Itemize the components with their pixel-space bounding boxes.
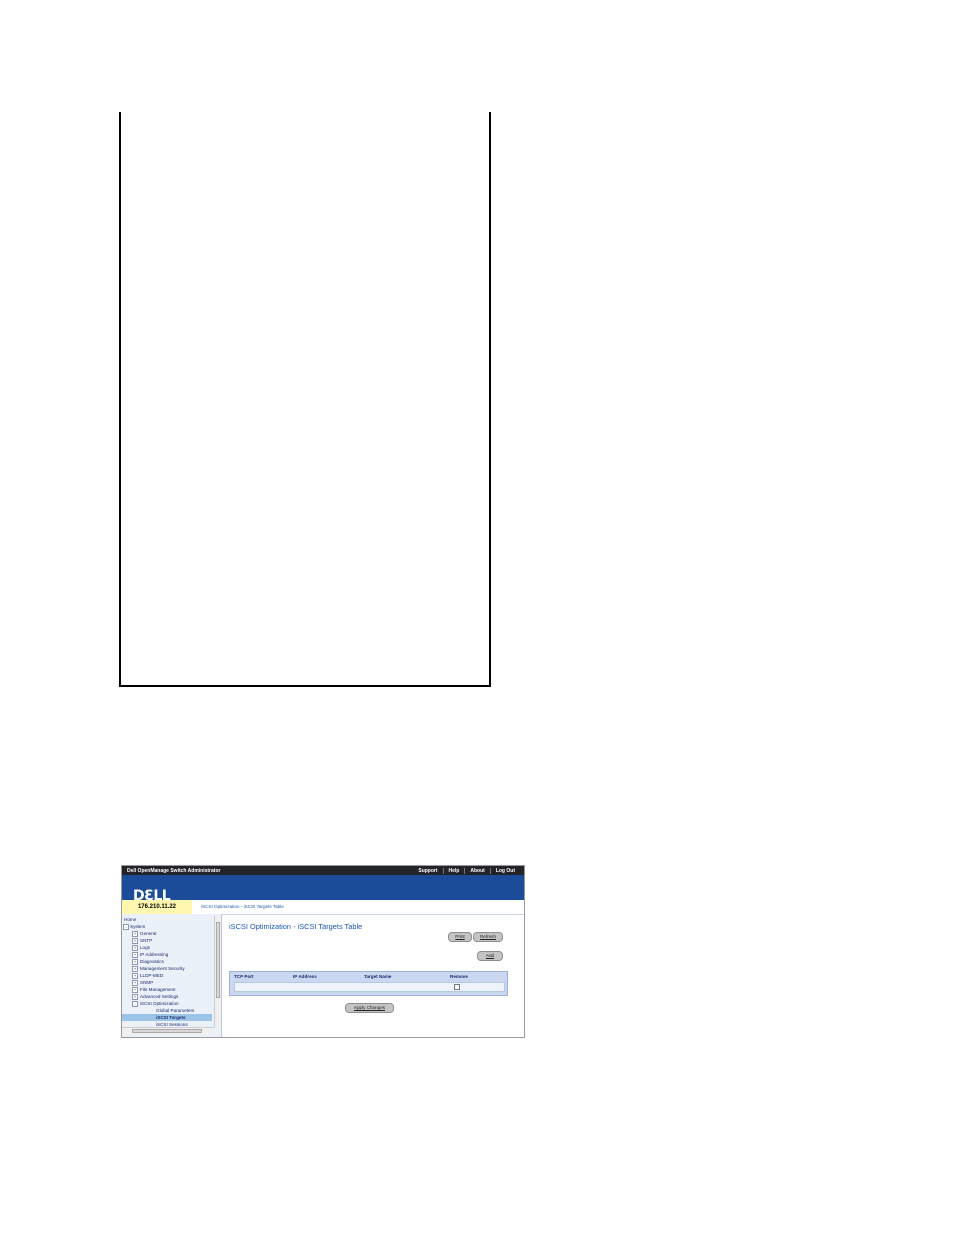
tree-item-label: General [140, 931, 157, 936]
nav-tree-panel: Home - System + General + SNTP + Logs + IP Address… [122, 914, 222, 1037]
tree-item[interactable]: + IP Addressing [122, 951, 212, 958]
tree-item-label: iSCSI Targets [156, 1015, 186, 1020]
tree-item-label: Logs [140, 945, 150, 950]
tree-item-label: iSCSI Optimization [140, 1001, 179, 1006]
remove-checkbox[interactable] [454, 984, 460, 990]
switch-admin-screenshot: Dell OpenManage Switch Administrator Sup… [121, 865, 525, 1038]
tree-item[interactable]: - System [122, 923, 212, 930]
tree-item[interactable]: + SNMP [122, 979, 212, 986]
add-button[interactable]: Add [477, 951, 503, 961]
apply-changes-button[interactable]: Apply Changes [345, 1003, 394, 1013]
device-ip: 176.210.11.22 [122, 900, 192, 914]
tree-item-label: Advanced Settings [140, 994, 179, 999]
tree-item[interactable]: + File Management [122, 986, 212, 993]
tree-item-label: SNTP [140, 938, 153, 943]
column-tcp-port: TCP Port [234, 974, 254, 979]
empty-frame [119, 112, 491, 687]
page-title: iSCSI Optimization - iSCSI Targets Table [229, 922, 363, 931]
column-ip-address: IP Address [293, 974, 317, 979]
tree-item[interactable]: - iSCSI Optimization [122, 1000, 212, 1007]
scroll-thumb-horizontal[interactable] [132, 1029, 202, 1033]
tree-item-label: System [130, 924, 146, 929]
tree-item[interactable]: Home [122, 916, 212, 923]
tree-item-label: Diagnostics [140, 959, 164, 964]
tree-item[interactable]: + LLDP-MED [122, 972, 212, 979]
tree-item[interactable]: + SNTP [122, 937, 212, 944]
scroll-thumb[interactable] [216, 922, 220, 998]
app-title: Dell OpenManage Switch Administrator [127, 868, 221, 874]
support-link[interactable]: Support [413, 868, 442, 874]
tree-item-label: Home [124, 917, 137, 922]
vertical-scrollbar[interactable] [214, 916, 221, 1027]
main-content: iSCSI Optimization - iSCSI Targets Table… [222, 914, 524, 1037]
address-bar: 176.210.11.22 iSCSI Optimization - iSCSI… [122, 900, 524, 915]
table-row [234, 982, 505, 992]
about-link[interactable]: About [464, 868, 489, 874]
tree-item-label: Management Security [140, 966, 185, 971]
horizontal-scrollbar[interactable] [122, 1027, 214, 1034]
tree-item[interactable]: + Advanced Settings [122, 993, 212, 1000]
help-link[interactable]: Help [442, 868, 465, 874]
tree-item[interactable]: + Diagnostics [122, 958, 212, 965]
tree-item-label: File Management [140, 987, 176, 992]
tree-item-label: Global Parameters [156, 1008, 195, 1013]
breadcrumb: iSCSI Optimization - iSCSI Targets Table [201, 904, 284, 909]
top-bar: Dell OpenManage Switch Administrator Sup… [122, 866, 524, 875]
top-links: Support Help About Log Out [413, 868, 520, 874]
tree-item-label: LLDP-MED [140, 973, 164, 978]
tree-item[interactable]: + Management Security [122, 965, 212, 972]
nav-tree: Home - System + General + SNTP + Logs + IP Address… [122, 916, 212, 1028]
tree-item-label: SNMP [140, 980, 154, 985]
logout-link[interactable]: Log Out [489, 868, 520, 874]
tree-item[interactable]: + General [122, 930, 212, 937]
brand-banner: DƐLL [122, 875, 524, 904]
tree-item[interactable]: iSCSI Targets [122, 1014, 212, 1021]
column-remove: Remove [450, 974, 468, 979]
tree-item-label: IP Addressing [140, 952, 169, 957]
tree-item[interactable]: Global Parameters [122, 1007, 212, 1014]
tree-item[interactable]: + Logs [122, 944, 212, 951]
targets-table: TCP Port IP Address Target Name Remove [229, 971, 508, 996]
refresh-button[interactable]: Refresh [473, 932, 503, 942]
column-target-name: Target Name [364, 974, 392, 979]
print-button[interactable]: Print [448, 932, 472, 942]
